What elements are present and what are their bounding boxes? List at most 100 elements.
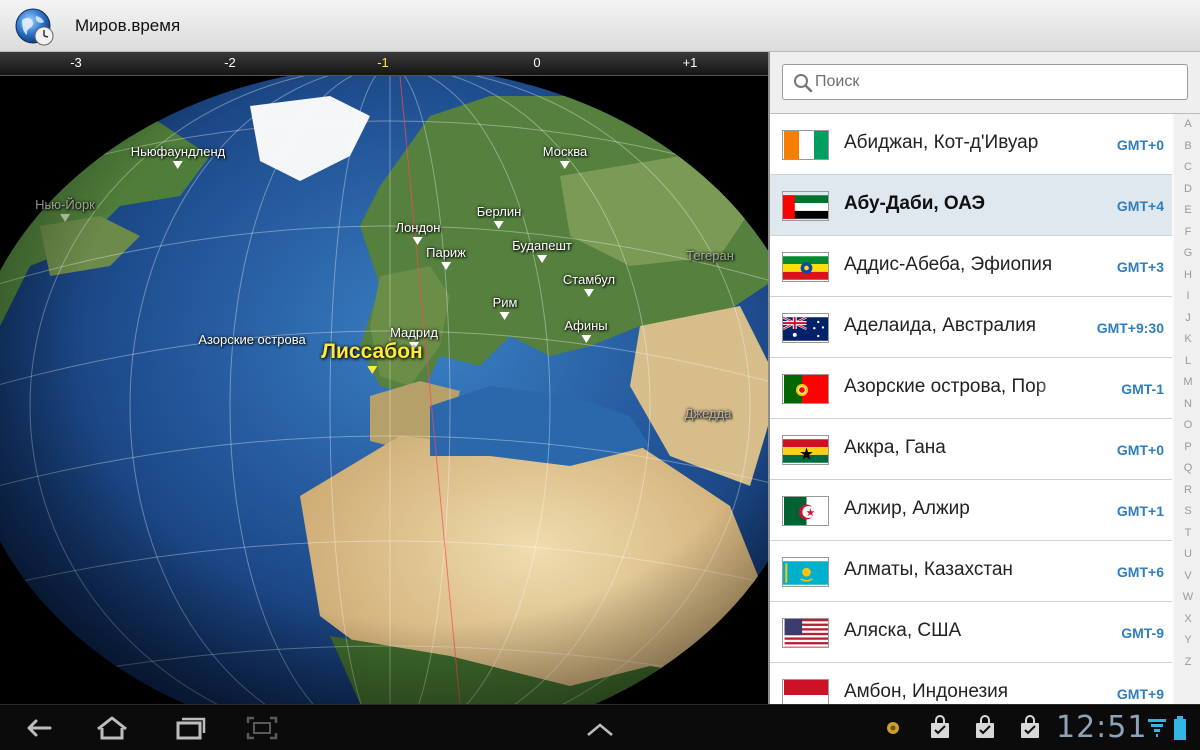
- timezone-offset-label: -3: [70, 55, 82, 70]
- flag-gh-icon: [782, 435, 829, 465]
- index-letter[interactable]: R: [1174, 480, 1200, 502]
- city-label: Нью-Йорк: [35, 197, 95, 212]
- index-letter[interactable]: N: [1174, 394, 1200, 416]
- index-letter[interactable]: W: [1174, 587, 1200, 609]
- search-input[interactable]: [815, 71, 1175, 93]
- gmt-offset: GMT+9: [1116, 686, 1164, 702]
- timezone-offset-label: 0: [533, 55, 541, 70]
- city-marker[interactable]: Азорские острова: [198, 332, 305, 347]
- recent-apps-icon[interactable]: [170, 713, 210, 743]
- index-letter[interactable]: G: [1174, 243, 1200, 265]
- back-icon[interactable]: [20, 713, 60, 743]
- city-marker[interactable]: Ньюфаундленд: [131, 144, 225, 169]
- city-label: Тегеран: [686, 248, 734, 263]
- index-letter[interactable]: M: [1174, 372, 1200, 394]
- list-item[interactable]: Аддис-Абеба, Эфиопия GMT+3: [770, 236, 1172, 297]
- city-label: Лондон: [395, 220, 441, 235]
- index-letter[interactable]: Y: [1174, 630, 1200, 652]
- marker-triangle: [413, 237, 423, 245]
- home-icon[interactable]: [92, 713, 132, 743]
- city-label: Рим: [492, 295, 518, 310]
- store-bag-icon[interactable]: [1015, 713, 1045, 743]
- flag-id-icon: [782, 679, 829, 704]
- index-letter[interactable]: S: [1174, 501, 1200, 523]
- store-bag-icon[interactable]: [925, 713, 955, 743]
- city-name: Аляска, США: [844, 620, 962, 641]
- screenshot-icon[interactable]: [242, 713, 282, 743]
- timezone-offset-label: -2: [224, 55, 236, 70]
- index-letter[interactable]: Z: [1174, 652, 1200, 674]
- gmt-offset: GMT-1: [1121, 381, 1164, 397]
- index-letter[interactable]: A: [1174, 114, 1200, 136]
- index-letter[interactable]: F: [1174, 222, 1200, 244]
- list-item[interactable]: Азорские острова, Пор GMT-1: [770, 358, 1172, 419]
- search-bar: [770, 52, 1200, 114]
- marker-triangle: [559, 161, 570, 169]
- index-letter[interactable]: X: [1174, 609, 1200, 631]
- list-item[interactable]: Аделаида, Австралия GMT+9:30: [770, 297, 1172, 358]
- city-marker[interactable]: Лондон: [395, 220, 441, 245]
- list-item[interactable]: Алматы, Казахстан GMT+6: [770, 541, 1172, 602]
- world-map[interactable]: -3 -2 -1 0 +1 Ньюфаундленд Нью-Йорк Моск…: [0, 52, 768, 704]
- index-letter[interactable]: T: [1174, 523, 1200, 545]
- store-bag-icon[interactable]: [970, 713, 1000, 743]
- city-marker[interactable]: Джедда: [685, 406, 732, 421]
- notification-dot-icon[interactable]: [878, 713, 908, 743]
- list-item[interactable]: Аляска, США GMT-9: [770, 602, 1172, 663]
- timezone-strip[interactable]: -3 -2 -1 0 +1: [0, 52, 768, 76]
- selected-city-label: Лиссабон: [321, 340, 423, 363]
- selected-city-marker[interactable]: Лиссабон: [321, 340, 423, 374]
- marker-triangle: [581, 335, 591, 343]
- battery-icon[interactable]: [1170, 713, 1190, 743]
- chevron-up-icon[interactable]: [580, 713, 620, 743]
- marker-triangle: [59, 214, 70, 222]
- city-marker[interactable]: Будапешт: [512, 238, 572, 263]
- city-marker[interactable]: Рим: [492, 295, 518, 320]
- index-letter[interactable]: Q: [1174, 458, 1200, 480]
- flag-au-icon: [782, 313, 829, 343]
- city-marker[interactable]: Афины: [564, 318, 608, 343]
- list-item[interactable]: Алжир, Алжир GMT+1: [770, 480, 1172, 541]
- gmt-offset: GMT+1: [1116, 503, 1164, 519]
- flag-pt-icon: [782, 374, 829, 404]
- marker-triangle: [493, 221, 504, 229]
- index-letter[interactable]: I: [1174, 286, 1200, 308]
- globe[interactable]: [0, 76, 768, 704]
- index-letter[interactable]: P: [1174, 437, 1200, 459]
- timezone-offset-label-active: -1: [377, 55, 389, 70]
- gmt-offset: GMT+4: [1116, 198, 1164, 214]
- flag-dz-icon: [782, 496, 829, 526]
- index-letter[interactable]: H: [1174, 265, 1200, 287]
- list-item-selected[interactable]: Абу-Даби, ОАЭ GMT+4: [770, 175, 1172, 236]
- system-clock[interactable]: 12:51: [1056, 710, 1147, 745]
- index-letter[interactable]: J: [1174, 308, 1200, 330]
- alphabet-index[interactable]: ABCDEFGHIJKLMNOPQRSTUVWXYZ: [1174, 114, 1200, 704]
- city-marker[interactable]: Нью-Йорк: [35, 197, 95, 222]
- city-name: Аддис-Абеба, Эфиопия: [844, 254, 1053, 275]
- index-letter[interactable]: D: [1174, 179, 1200, 201]
- title-bar: Миров.время: [0, 0, 1200, 52]
- globe-clock-icon[interactable]: [14, 6, 56, 48]
- index-letter[interactable]: K: [1174, 329, 1200, 351]
- index-letter[interactable]: U: [1174, 544, 1200, 566]
- wifi-icon[interactable]: [1146, 713, 1168, 743]
- search-field[interactable]: [782, 64, 1188, 100]
- list-item[interactable]: Аккра, Гана GMT+0: [770, 419, 1172, 480]
- index-letter[interactable]: V: [1174, 566, 1200, 588]
- index-letter[interactable]: B: [1174, 136, 1200, 158]
- city-marker[interactable]: Москва: [543, 144, 587, 169]
- city-marker[interactable]: Париж: [426, 245, 466, 270]
- city-label: Афины: [564, 318, 608, 333]
- index-letter[interactable]: O: [1174, 415, 1200, 437]
- index-letter[interactable]: E: [1174, 200, 1200, 222]
- city-marker[interactable]: Тегеран: [686, 248, 734, 263]
- index-letter[interactable]: C: [1174, 157, 1200, 179]
- index-letter[interactable]: L: [1174, 351, 1200, 373]
- city-label: Джедда: [684, 406, 732, 421]
- list-item[interactable]: Амбон, Индонезия GMT+9: [770, 663, 1172, 704]
- city-marker[interactable]: Стамбул: [563, 272, 615, 297]
- city-label: Москва: [542, 144, 588, 159]
- city-marker[interactable]: Берлин: [476, 204, 522, 229]
- list-item[interactable]: Абиджан, Кот-д'Ивуар GMT+0: [770, 114, 1172, 175]
- city-label: Берлин: [476, 204, 522, 219]
